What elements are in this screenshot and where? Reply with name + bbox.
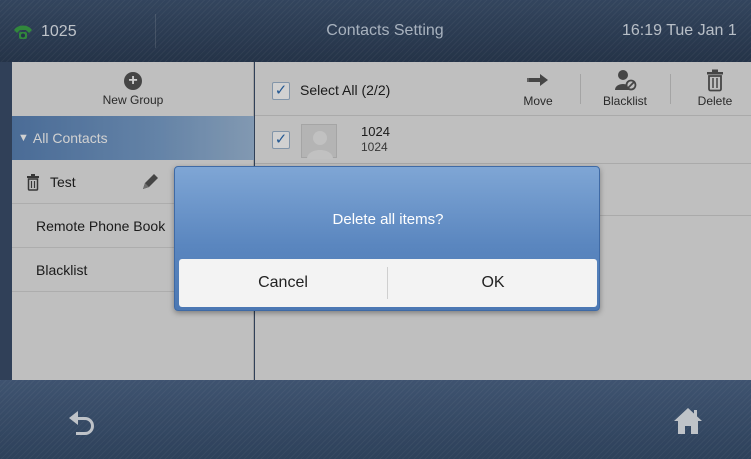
confirm-delete-dialog: Delete all items? Cancel OK — [174, 166, 600, 311]
cancel-button[interactable]: Cancel — [179, 259, 387, 307]
ok-button[interactable]: OK — [389, 259, 597, 307]
dialog-message: Delete all items? — [332, 211, 444, 228]
dialog-button-bar: Cancel OK — [179, 259, 597, 307]
dialog-button-divider — [387, 267, 388, 299]
